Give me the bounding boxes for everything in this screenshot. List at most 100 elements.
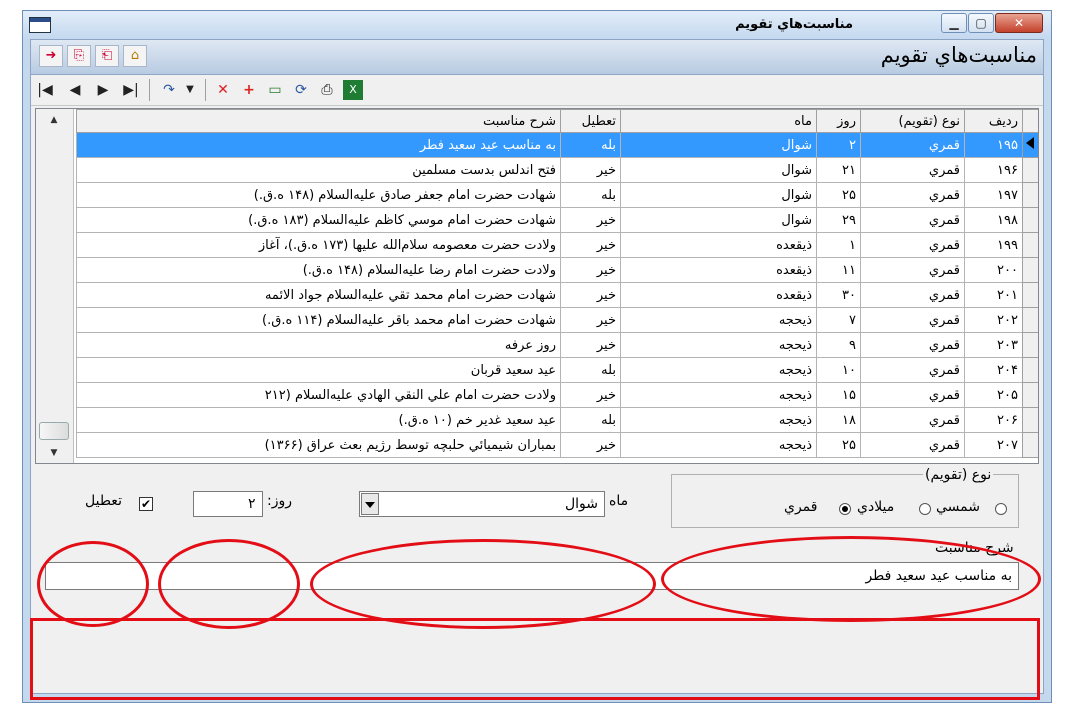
cell-desc[interactable]: بمباران شيميائي حلبچه توسط رژيم بعث عراق… [76, 432, 561, 458]
maximize-button[interactable]: ▢ [968, 13, 994, 33]
cell-month[interactable]: ذيقعده [620, 282, 817, 308]
cell-day[interactable]: ۱۵ [816, 382, 861, 408]
cell-day[interactable]: ۲۵ [816, 182, 861, 208]
holiday-checkbox[interactable]: ✔ [139, 497, 153, 511]
cell-type[interactable]: قمري [860, 307, 965, 333]
cell-day[interactable]: ۷ [816, 307, 861, 333]
cell-desc[interactable]: ولادت حضرت امام رضا عليه‌السلام (۱۴۸ ه.ق… [76, 257, 561, 283]
cell-radif[interactable]: ۱۹۷ [964, 182, 1023, 208]
cell-desc[interactable]: روز عرفه [76, 332, 561, 358]
scroll-up-icon[interactable]: ▲ [47, 113, 61, 127]
cell-holiday[interactable]: خير [560, 232, 621, 258]
table-row[interactable]: ۲۰۷ قمري ۲۵ ذيحجه خير بمباران شيميائي حل… [76, 432, 1038, 458]
events-grid[interactable]: ▲ ▼ رديف نوع (تقويم) روز ماه تعطيل شرح م… [35, 108, 1039, 464]
close-button[interactable]: ✕ [995, 13, 1043, 33]
table-row[interactable]: ۱۹۸ قمري ۲۹ شوال خير شهادت حضرت امام موس… [76, 207, 1038, 233]
cell-day[interactable]: ۲۹ [816, 207, 861, 233]
excel-icon[interactable]: X [343, 80, 363, 100]
cell-day[interactable]: ۲۱ [816, 157, 861, 183]
cell-day[interactable]: ۲۵ [816, 432, 861, 458]
edit-icon[interactable]: ▭ [265, 80, 285, 100]
cell-desc[interactable]: شهادت حضرت امام محمد باقر عليه‌السلام (۱… [76, 307, 561, 333]
add-icon[interactable]: + [239, 80, 259, 100]
cell-holiday[interactable]: بله [560, 182, 621, 208]
radio-miladi-label[interactable]: ميلادي [857, 499, 894, 515]
cell-desc[interactable]: شهادت حضرت امام موسي كاظم عليه‌السلام (۱… [76, 207, 561, 233]
day-field[interactable]: ۲ [193, 491, 263, 517]
cell-desc[interactable]: ولادت حضرت معصومه سلام‌الله عليها (۱۷۳ ه… [76, 232, 561, 258]
cell-desc[interactable]: فتح اندلس بدست مسلمين [76, 157, 561, 183]
cell-type[interactable]: قمري [860, 332, 965, 358]
table-row[interactable]: ۲۰۵ قمري ۱۵ ذيحجه خير ولادت حضرت امام عل… [76, 382, 1038, 408]
minimize-button[interactable]: ▁ [941, 13, 967, 33]
radio-ghamari-label[interactable]: قمري [784, 499, 817, 515]
cell-radif[interactable]: ۱۹۸ [964, 207, 1023, 233]
cell-holiday[interactable]: خير [560, 207, 621, 233]
cell-day[interactable]: ۱۸ [816, 407, 861, 433]
cell-type[interactable]: قمري [860, 357, 965, 383]
table-row[interactable]: ۲۰۳ قمري ۹ ذيحجه خير روز عرفه [76, 332, 1038, 358]
scroll-down-icon[interactable]: ▼ [47, 446, 61, 460]
cell-radif[interactable]: ۲۰۵ [964, 382, 1023, 408]
cell-day[interactable]: ۱ [816, 232, 861, 258]
cell-radif[interactable]: ۱۹۶ [964, 157, 1023, 183]
cell-month[interactable]: شوال [620, 182, 817, 208]
cell-desc[interactable]: شهادت حضرت امام محمد تقي عليه‌السلام جوا… [76, 282, 561, 308]
cell-type[interactable]: قمري [860, 432, 965, 458]
cell-month[interactable]: شوال [620, 132, 817, 158]
cell-desc[interactable]: عيد سعيد غدير خم (۱۰ ه.ق.) [76, 407, 561, 433]
import-icon[interactable]: ⎘ [67, 45, 91, 67]
cell-holiday[interactable]: خير [560, 257, 621, 283]
cell-radif[interactable]: ۲۰۲ [964, 307, 1023, 333]
cell-day[interactable]: ۲ [816, 132, 861, 158]
column-header-day[interactable]: روز [816, 109, 861, 133]
first-record-icon[interactable]: |◀ [37, 80, 53, 100]
cell-month[interactable]: شوال [620, 207, 817, 233]
cell-day[interactable]: ۱۱ [816, 257, 861, 283]
print-icon[interactable]: ⎙ [317, 80, 337, 100]
cell-day[interactable]: ۹ [816, 332, 861, 358]
column-header-radif[interactable]: رديف [964, 109, 1023, 133]
table-row[interactable]: ۲۰۴ قمري ۱۰ ذيحجه بله عيد سعيد قربان [76, 357, 1038, 383]
cell-radif[interactable]: ۲۰۶ [964, 407, 1023, 433]
table-row[interactable]: ۱۹۵ قمري ۲ شوال بله به مناسب عيد سعيد فط… [76, 132, 1038, 158]
cell-radif[interactable]: ۱۹۹ [964, 232, 1023, 258]
cell-month[interactable]: ذيحجه [620, 407, 817, 433]
cell-type[interactable]: قمري [860, 282, 965, 308]
radio-shamsi[interactable] [995, 503, 1007, 515]
cell-holiday[interactable]: بله [560, 132, 621, 158]
cell-holiday[interactable]: بله [560, 407, 621, 433]
month-select[interactable]: شوال [359, 491, 605, 517]
delete-icon[interactable]: ✕ [213, 80, 233, 100]
cell-radif[interactable]: ۲۰۱ [964, 282, 1023, 308]
prior-record-icon[interactable]: ◀ [67, 80, 83, 100]
column-header-type[interactable]: نوع (تقويم) [860, 109, 965, 133]
cell-radif[interactable]: ۲۰۴ [964, 357, 1023, 383]
cell-desc[interactable]: به مناسب عيد سعيد فطر [76, 132, 561, 158]
cell-type[interactable]: قمري [860, 407, 965, 433]
scroll-thumb[interactable] [39, 422, 69, 440]
cell-month[interactable]: ذيقعده [620, 232, 817, 258]
refresh-arrow-icon[interactable]: ↷ [159, 80, 179, 100]
cell-desc[interactable]: ولادت حضرت امام علي النقي الهادي عليه‌ال… [76, 382, 561, 408]
vertical-scrollbar[interactable]: ▲ ▼ [36, 109, 74, 463]
radio-ghamari[interactable] [839, 503, 851, 515]
cell-holiday[interactable]: بله [560, 357, 621, 383]
cell-type[interactable]: قمري [860, 157, 965, 183]
cell-day[interactable]: ۱۰ [816, 357, 861, 383]
cell-month[interactable]: شوال [620, 157, 817, 183]
column-header-holiday[interactable]: تعطيل [560, 109, 621, 133]
cell-month[interactable]: ذيحجه [620, 432, 817, 458]
cell-holiday[interactable]: خير [560, 382, 621, 408]
table-row[interactable]: ۲۰۰ قمري ۱۱ ذيقعده خير ولادت حضرت امام ر… [76, 257, 1038, 283]
cell-type[interactable]: قمري [860, 207, 965, 233]
cell-radif[interactable]: ۲۰۰ [964, 257, 1023, 283]
home-icon[interactable]: ⌂ [123, 45, 147, 67]
radio-shamsi-label[interactable]: شمسي [936, 499, 980, 515]
cell-day[interactable]: ۳۰ [816, 282, 861, 308]
cell-type[interactable]: قمري [860, 182, 965, 208]
column-header-desc[interactable]: شرح مناسبت [76, 109, 561, 133]
chevron-down-icon[interactable] [361, 493, 379, 515]
cell-radif[interactable]: ۲۰۳ [964, 332, 1023, 358]
cell-holiday[interactable]: خير [560, 432, 621, 458]
